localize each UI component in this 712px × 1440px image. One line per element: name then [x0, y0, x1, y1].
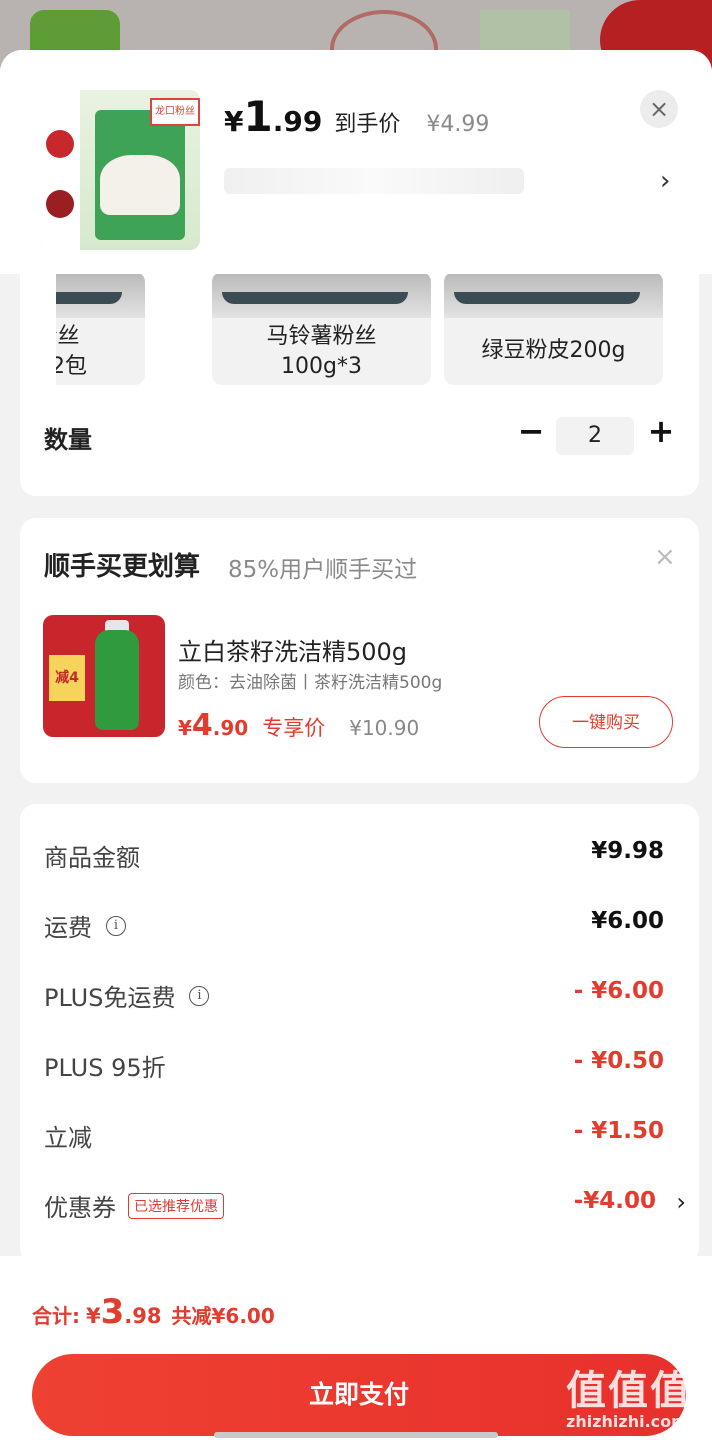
total-line: 合计: ¥ 3 .98 共减¥6.00	[32, 1292, 275, 1332]
total-decimal: .98	[124, 1304, 162, 1328]
total-currency: ¥	[86, 1304, 101, 1328]
addon-price: ¥ 4 .90 专享价 ¥10.90	[178, 708, 419, 743]
summary-row-plus-free-shipping: PLUS免运费 i - ¥6.00	[44, 978, 674, 1018]
variant-label: 马铃薯粉丝	[266, 324, 377, 349]
total-integer: 3	[100, 1292, 125, 1332]
shipping-label-group: 运费 i	[44, 908, 126, 943]
shipping-label: 运费	[44, 914, 92, 942]
addon-price-decimal: .90	[212, 716, 249, 740]
thumbnail-tag: 龙口粉丝	[150, 98, 200, 126]
plus-free-label-group: PLUS免运费 i	[44, 978, 210, 1013]
plus-free-shipping-value: - ¥6.00	[573, 978, 664, 1004]
product-thumbnail: 龙口粉丝	[40, 90, 200, 250]
coupon-recommended-tag: 已选推荐优惠	[128, 1192, 224, 1219]
noodle-image	[100, 155, 180, 215]
variant-image	[444, 272, 663, 318]
close-icon[interactable]: ×	[640, 90, 678, 128]
variant-label: 绿豆粉皮200g	[481, 338, 626, 363]
price-integer: 1	[243, 92, 273, 141]
quantity-decrease-button[interactable]: −	[514, 415, 548, 450]
summary-row-coupon[interactable]: 优惠券 已选推荐优惠 -¥4.00 ›	[44, 1188, 686, 1228]
addon-price-integer: 4	[191, 708, 213, 743]
quantity-label: 数量	[44, 426, 92, 454]
price-label: 到手价	[334, 112, 401, 137]
instant-discount-label: 立减	[44, 1124, 92, 1152]
variant-card: 龙口粉丝 100g*2包 马铃薯粉丝 100g*3 绿豆粉皮200g 数量 − …	[20, 250, 699, 496]
quantity-input[interactable]: 2	[556, 417, 634, 455]
total-label: 合计:	[32, 1304, 80, 1328]
price-currency: ¥	[224, 105, 244, 138]
original-price: ¥4.99	[426, 112, 490, 137]
addon-product-name[interactable]: 立白茶籽洗洁精500g	[178, 632, 407, 667]
checkout-sheet: 龙口粉丝 ¥ 1 .99 到手价 ¥4.99 × › 龙口粉丝 100g*2包 …	[0, 50, 712, 1440]
site-watermark: 值值值 zhizhizhi.com	[566, 1358, 692, 1431]
home-indicator[interactable]	[214, 1432, 498, 1438]
addon-title: 顺手买更划算	[44, 552, 201, 582]
addon-original-price: ¥10.90	[349, 716, 420, 740]
gi-badge-icon	[46, 130, 74, 158]
variant-option[interactable]: 马铃薯粉丝 100g*3	[212, 272, 431, 385]
coupon-label: 优惠券	[44, 1194, 116, 1222]
goods-amount-value: ¥9.98	[591, 838, 664, 864]
watermark-url: zhizhizhi.com	[566, 1412, 688, 1431]
bottle-image	[95, 630, 139, 730]
plus-discount-value: - ¥0.50	[573, 1048, 664, 1074]
addon-product-image[interactable]: 减4	[43, 615, 165, 737]
close-icon[interactable]: ×	[654, 542, 676, 572]
variant-list: 龙口粉丝 100g*2包 马铃薯粉丝 100g*3 绿豆粉皮200g	[56, 272, 696, 387]
info-icon[interactable]: i	[189, 985, 210, 1006]
product-header: 龙口粉丝 ¥ 1 .99 到手价 ¥4.99 × ›	[0, 50, 712, 274]
variant-label: 100g*3	[281, 354, 362, 379]
watermark-logo-text: 值值值	[566, 1368, 692, 1414]
variant-option[interactable]: 绿豆粉皮200g	[444, 272, 663, 385]
goods-amount-label: 商品金额	[44, 844, 140, 872]
summary-row-goods: 商品金额 ¥9.98	[44, 838, 674, 878]
quantity-increase-button[interactable]: +	[644, 414, 678, 448]
addon-price-currency: ¥	[178, 716, 192, 740]
instant-discount-value: - ¥1.50	[573, 1118, 664, 1144]
variant-label: 100g*2包	[56, 354, 87, 379]
summary-row-plus-discount: PLUS 95折 - ¥0.50	[44, 1048, 674, 1088]
summary-row-instant-discount: 立减 - ¥1.50	[44, 1118, 674, 1158]
plus-free-shipping-label: PLUS免运费	[44, 984, 176, 1012]
summary-row-shipping: 运费 i ¥6.00	[44, 908, 674, 948]
chevron-right-icon[interactable]: ›	[660, 166, 670, 196]
plus-discount-label: PLUS 95折	[44, 1054, 166, 1082]
variant-label: 龙口粉丝	[56, 324, 80, 349]
promo-badge: 减4	[49, 655, 85, 701]
info-icon[interactable]: i	[106, 915, 126, 936]
variant-image	[212, 272, 431, 318]
thumbnail-side-strip	[40, 90, 80, 250]
price-line: ¥ 1 .99 到手价 ¥4.99	[224, 92, 489, 141]
one-click-buy-button[interactable]: 一键购买	[539, 696, 673, 748]
total-saved: 共减¥6.00	[171, 1304, 275, 1328]
variant-image	[56, 272, 145, 318]
certification-icon	[46, 190, 74, 218]
addon-product-spec: 颜色：去油除菌丨茶籽洗洁精500g	[178, 673, 443, 693]
shipping-value: ¥6.00	[591, 908, 664, 934]
price-summary-card: 商品金额 ¥9.98 运费 i ¥6.00 PLUS免运费 i - ¥6.00 …	[20, 804, 699, 1264]
price-decimal: .99	[272, 105, 323, 138]
coupon-label-group: 优惠券 已选推荐优惠	[44, 1188, 224, 1223]
selected-spec-blurred[interactable]	[224, 168, 524, 194]
variant-option[interactable]: 龙口粉丝 100g*2包	[56, 272, 145, 385]
addon-price-tag: 专享价	[262, 716, 326, 740]
chevron-right-icon[interactable]: ›	[676, 1188, 686, 1216]
addon-subtitle: 85%用户顺手买过	[228, 557, 418, 583]
addon-card: 顺手买更划算 85%用户顺手买过 × 减4 立白茶籽洗洁精500g 颜色：去油除…	[20, 518, 699, 783]
coupon-value: -¥4.00	[573, 1188, 656, 1214]
